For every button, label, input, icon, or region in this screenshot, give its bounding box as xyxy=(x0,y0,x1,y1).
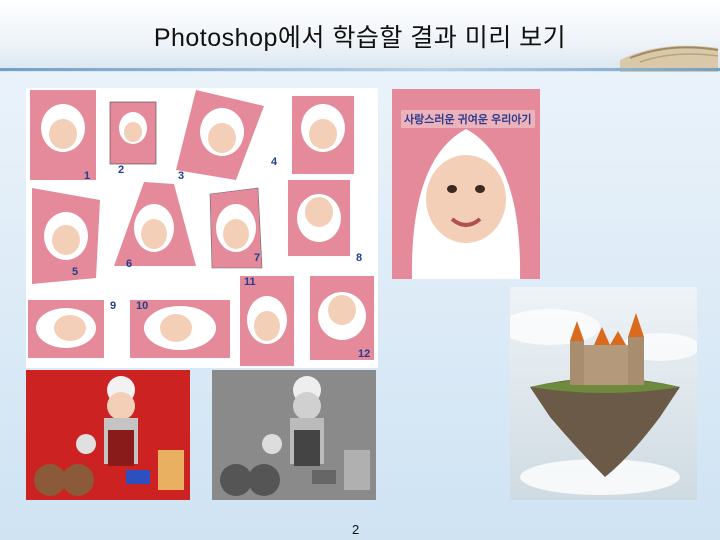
header-rule xyxy=(0,68,720,71)
collage-number-12: 12 xyxy=(358,348,371,360)
collage-number-6: 6 xyxy=(126,258,133,270)
collage-number-4: 4 xyxy=(271,156,278,168)
collage-number-10: 10 xyxy=(136,300,149,312)
collage-number-1: 1 xyxy=(84,170,91,182)
collage-number-2: 2 xyxy=(118,164,125,176)
collage-number-8: 8 xyxy=(356,252,363,264)
color-toys-photo xyxy=(26,370,190,500)
color-toys-image xyxy=(34,376,184,496)
book-icon xyxy=(620,45,719,72)
collage-number-5: 5 xyxy=(72,266,79,278)
collage-number-9: 9 xyxy=(110,300,117,312)
slide-header: Photoshop에서 학습할 결과 미리 보기 xyxy=(0,0,720,72)
collage-photos xyxy=(28,90,374,366)
grayscale-toys-photo xyxy=(212,370,376,500)
castle-image xyxy=(510,309,697,495)
grayscale-toys-image xyxy=(220,376,370,496)
castle-photo xyxy=(510,287,697,500)
collage-number-3: 3 xyxy=(178,170,185,182)
transform-collage: 1 2 3 4 5 6 7 8 9 10 11 12 xyxy=(26,88,378,368)
collage-number-11: 11 xyxy=(244,276,256,288)
portrait-caption: 사랑스러운 귀여운 우리아기 xyxy=(401,110,535,128)
collage-number-7: 7 xyxy=(254,252,261,264)
page-number: 2 xyxy=(352,522,360,537)
